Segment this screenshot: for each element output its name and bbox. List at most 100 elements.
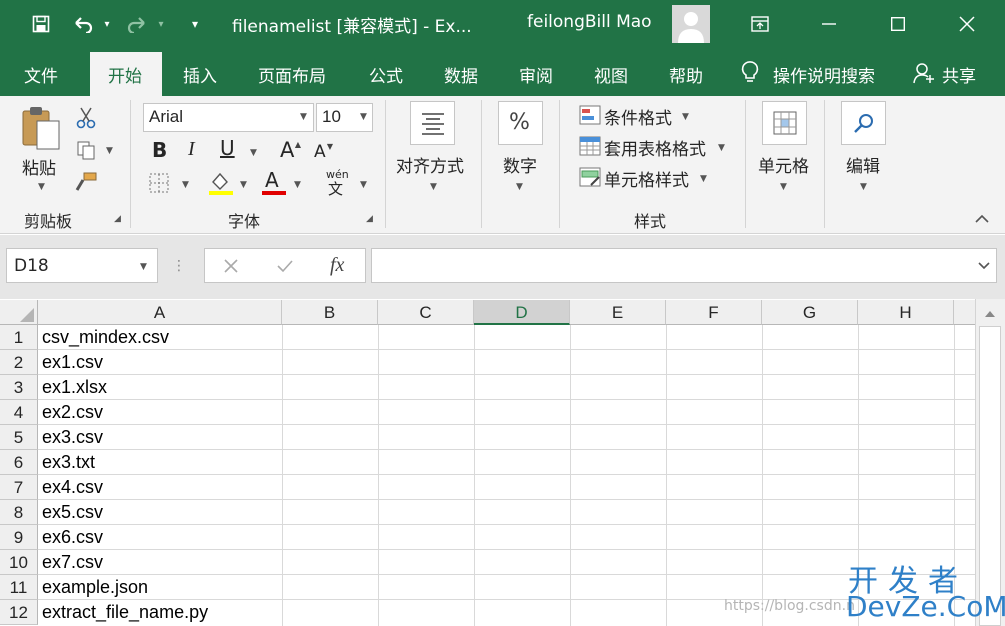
tell-me-search[interactable]: 操作说明搜索	[773, 62, 875, 87]
cell-styles-label[interactable]: 单元格样式	[604, 166, 689, 191]
row-header[interactable]: 1	[0, 325, 38, 350]
minimize-icon[interactable]	[806, 0, 852, 48]
share-person-icon[interactable]	[912, 60, 936, 86]
cell-a9[interactable]: ex6.csv	[38, 525, 282, 550]
phonetic-guide-button[interactable]: 文	[328, 178, 343, 199]
column-header-f[interactable]: F	[666, 300, 762, 325]
close-icon[interactable]	[944, 0, 990, 48]
font-color-dropdown-icon[interactable]: ▼	[294, 180, 301, 190]
alignment-label[interactable]: 对齐方式	[396, 152, 464, 177]
maximize-icon[interactable]	[875, 0, 921, 48]
alignment-dropdown-icon[interactable]: ▼	[430, 182, 437, 192]
insert-function-button[interactable]: fx	[330, 254, 344, 277]
cells-label[interactable]: 单元格	[758, 152, 809, 177]
share-button[interactable]: 共享	[942, 62, 976, 87]
cell-styles-icon[interactable]	[578, 166, 602, 188]
paste-dropdown-icon[interactable]: ▼	[38, 182, 45, 192]
shrink-font-button[interactable]: A	[314, 142, 326, 162]
avatar[interactable]	[672, 5, 710, 43]
underline-button[interactable]: U	[220, 136, 235, 160]
row-header[interactable]: 3	[0, 375, 38, 400]
expand-formula-bar-icon[interactable]	[976, 258, 992, 274]
cell-a2[interactable]: ex1.csv	[38, 350, 282, 375]
row-header[interactable]: 12	[0, 600, 38, 625]
font-color-button[interactable]: A	[265, 168, 279, 192]
cell-a8[interactable]: ex5.csv	[38, 500, 282, 525]
clipboard-launcher-icon[interactable]: ◢	[114, 214, 121, 224]
fill-color-icon[interactable]	[208, 170, 234, 196]
cell-a7[interactable]: ex4.csv	[38, 475, 282, 500]
format-as-table-label[interactable]: 套用表格格式	[604, 135, 706, 160]
column-header-b[interactable]: B	[282, 300, 378, 325]
format-as-table-icon[interactable]	[578, 135, 602, 157]
column-header-e[interactable]: E	[570, 300, 666, 325]
undo-dropdown-icon[interactable]: ▾	[100, 10, 114, 38]
customize-qat-icon[interactable]: ▾	[186, 10, 204, 38]
column-header-a[interactable]: A	[38, 300, 282, 325]
cell-a4[interactable]: ex2.csv	[38, 400, 282, 425]
fill-color-dropdown-icon[interactable]: ▼	[240, 180, 247, 190]
conditional-formatting-icon[interactable]	[578, 104, 602, 126]
cut-icon[interactable]	[74, 106, 98, 130]
cell-styles-dropdown-icon[interactable]: ▼	[700, 174, 707, 184]
select-all-button[interactable]	[0, 300, 38, 325]
number-label[interactable]: 数字	[503, 152, 537, 177]
editing-label[interactable]: 编辑	[846, 152, 880, 177]
confirm-entry-icon[interactable]	[272, 254, 298, 278]
borders-dropdown-icon[interactable]: ▼	[182, 180, 189, 190]
formula-input[interactable]	[371, 248, 997, 283]
tab-formulas[interactable]: 公式	[369, 62, 403, 87]
cells-dropdown-icon[interactable]: ▼	[780, 182, 787, 192]
column-header-g[interactable]: G	[762, 300, 858, 325]
tab-help[interactable]: 帮助	[669, 62, 703, 87]
format-painter-icon[interactable]	[74, 170, 98, 194]
font-launcher-icon[interactable]: ◢	[366, 214, 373, 224]
account-name[interactable]: feilongBill Mao	[527, 12, 652, 32]
copy-icon[interactable]	[74, 138, 98, 162]
collapse-ribbon-icon[interactable]	[972, 208, 992, 228]
tab-insert[interactable]: 插入	[183, 62, 217, 87]
ribbon-display-icon[interactable]	[737, 0, 783, 48]
conditional-dropdown-icon[interactable]: ▼	[682, 112, 689, 122]
tab-home[interactable]: 开始	[108, 62, 142, 87]
row-header[interactable]: 4	[0, 400, 38, 425]
conditional-formatting-label[interactable]: 条件格式	[604, 104, 672, 129]
scroll-up-icon[interactable]	[979, 306, 1001, 322]
number-dropdown-icon[interactable]: ▼	[516, 182, 523, 192]
cell-a5[interactable]: ex3.csv	[38, 425, 282, 450]
undo-icon[interactable]	[70, 10, 96, 38]
italic-button[interactable]: I	[188, 138, 195, 161]
editing-dropdown-icon[interactable]: ▼	[860, 182, 867, 192]
cell-a11[interactable]: example.json	[38, 575, 282, 600]
column-header-d[interactable]: D	[474, 300, 570, 325]
copy-dropdown-icon[interactable]: ▼	[106, 146, 113, 156]
row-header[interactable]: 6	[0, 450, 38, 475]
row-header[interactable]: 9	[0, 525, 38, 550]
save-icon[interactable]	[28, 10, 54, 38]
column-header-h[interactable]: H	[858, 300, 954, 325]
row-header[interactable]: 11	[0, 575, 38, 600]
cell-a12[interactable]: extract_file_name.py	[38, 600, 282, 625]
tab-file[interactable]: 文件	[24, 62, 58, 87]
underline-dropdown-icon[interactable]: ▼	[250, 148, 257, 158]
paste-label[interactable]: 粘贴	[22, 154, 56, 179]
font-size-dropdown-icon[interactable]: ▼	[360, 112, 367, 122]
paste-icon[interactable]	[18, 104, 64, 152]
cancel-entry-icon[interactable]	[218, 254, 244, 278]
phonetic-dropdown-icon[interactable]: ▼	[360, 180, 367, 190]
borders-icon[interactable]	[148, 172, 170, 194]
cell-a10[interactable]: ex7.csv	[38, 550, 282, 575]
format-as-table-dropdown-icon[interactable]: ▼	[718, 143, 725, 153]
font-name-dropdown-icon[interactable]: ▼	[300, 112, 307, 122]
tab-page-layout[interactable]: 页面布局	[258, 62, 326, 87]
name-box-dropdown-icon[interactable]: ▼	[140, 262, 147, 272]
cell-a3[interactable]: ex1.xlsx	[38, 375, 282, 400]
grow-font-button[interactable]: A	[280, 138, 294, 162]
row-header[interactable]: 2	[0, 350, 38, 375]
scroll-thumb[interactable]	[979, 326, 1001, 626]
tab-view[interactable]: 视图	[594, 62, 628, 87]
tab-review[interactable]: 审阅	[519, 62, 553, 87]
redo-icon[interactable]	[124, 10, 150, 38]
row-header[interactable]: 10	[0, 550, 38, 575]
row-header[interactable]: 7	[0, 475, 38, 500]
